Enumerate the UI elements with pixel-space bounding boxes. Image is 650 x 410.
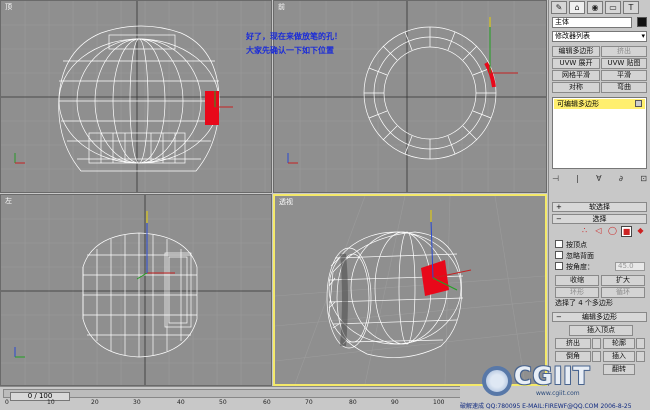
timeline-ruler[interactable]: 0 10 20 30 40 50 60 70 80 90 100: [3, 399, 468, 409]
instruction-line-1: 好了，现在来做放笔的孔！: [246, 32, 342, 41]
logo-subtext: www.cgiit.com: [536, 390, 580, 397]
left-wire-mesh: [1, 195, 271, 385]
logo-ring-icon: [482, 366, 512, 396]
stack-item-editable-poly[interactable]: 可编辑多边形: [554, 99, 645, 109]
by-angle-checkbox[interactable]: 按角度：: [555, 262, 594, 272]
bevel-button[interactable]: 倒角: [555, 351, 591, 362]
minus-icon: −: [556, 313, 562, 321]
rollout-selection-label: 选择: [592, 215, 607, 223]
edit-poly-button[interactable]: 编辑多边形: [552, 46, 600, 57]
modify-tab-icon[interactable]: ⌂: [569, 1, 585, 14]
smooth-button[interactable]: 平滑: [601, 70, 647, 81]
uvw-unwrap-button[interactable]: UVW 展开: [552, 58, 600, 69]
meshsmooth-button[interactable]: 网格平滑: [552, 70, 600, 81]
selection-status: 选择了 4 个多边形: [555, 299, 613, 307]
command-panel: ✎ ⌂ ◉ ▭ T 主体 修改器列表 编辑多边形 挤出 UVW 展开 UVW 贴…: [548, 0, 650, 386]
polygon-level-icon[interactable]: ■: [621, 226, 632, 237]
ruler-tick: 30: [133, 399, 141, 406]
outline-button[interactable]: 轮廓: [603, 338, 635, 349]
symmetry-button[interactable]: 对称: [552, 82, 600, 93]
ruler-tick: 20: [91, 399, 99, 406]
edge-level-icon[interactable]: ◁: [593, 226, 604, 237]
ruler-tick: 70: [305, 399, 313, 406]
object-color-swatch[interactable]: [637, 17, 647, 27]
viewport-front[interactable]: 前: [273, 0, 547, 193]
max-window: 顶 前 左 透视 好了，现在来做放笔的孔！ 大家先确认一下如下位置 ✎ ⌂ ◉ …: [0, 0, 650, 410]
stack-item-label: 可编辑多边形: [557, 100, 599, 108]
top-wire-mesh: [1, 1, 271, 192]
rollout-soft-selection[interactable]: + 软选择: [552, 202, 647, 212]
time-slider-track[interactable]: 0 / 100: [3, 389, 468, 401]
ruler-tick: 60: [263, 399, 271, 406]
stack-item-config-icon[interactable]: [635, 100, 642, 107]
rollout-selection[interactable]: − 选择: [552, 214, 647, 224]
timeline: 0 / 100 0 10 20 30 40 50 60 70 80 90 100: [0, 386, 470, 410]
viewport-top[interactable]: 顶: [0, 0, 272, 193]
element-level-icon[interactable]: ◆: [635, 226, 646, 237]
grow-button[interactable]: 扩大: [601, 275, 645, 286]
outline-settings-icon[interactable]: [636, 338, 645, 349]
extrude-mod-button[interactable]: 挤出: [601, 46, 647, 57]
selected-polygons-top: [205, 91, 219, 125]
rollout-edit-polygons-label: 编辑多边形: [582, 313, 617, 321]
hierarchy-tab-icon[interactable]: ◉: [587, 1, 603, 14]
uvw-map-button[interactable]: UVW 贴图: [601, 58, 647, 69]
extrude-settings-icon[interactable]: [592, 338, 601, 349]
show-end-result-icon[interactable]: |: [576, 174, 579, 185]
ruler-tick: 10: [47, 399, 55, 406]
vertex-level-icon[interactable]: ∴: [579, 226, 590, 237]
bend-button[interactable]: 弯曲: [601, 82, 647, 93]
rollout-soft-selection-label: 软选择: [589, 203, 610, 211]
remove-modifier-icon[interactable]: ∂: [619, 174, 623, 185]
ruler-tick: 40: [177, 399, 185, 406]
angle-spinner[interactable]: 45.0: [615, 262, 645, 271]
ignore-backfacing-checkbox[interactable]: 忽略背面: [555, 251, 594, 261]
object-name-field[interactable]: 主体: [552, 17, 632, 28]
make-unique-icon[interactable]: ∀: [596, 174, 601, 185]
rollout-edit-polygons[interactable]: − 编辑多边形: [552, 312, 647, 322]
ruler-tick: 0: [5, 399, 9, 406]
ruler-tick: 100: [433, 399, 445, 406]
pin-stack-icon[interactable]: ⊣: [552, 174, 559, 185]
plus-icon: +: [556, 203, 562, 211]
bevel-settings-icon[interactable]: [592, 351, 601, 362]
ruler-tick: 50: [219, 399, 227, 406]
instruction-line-2: 大家先确认一下如下位置: [246, 46, 334, 55]
create-tab-icon[interactable]: ✎: [551, 1, 567, 14]
by-vertex-checkbox[interactable]: 按顶点: [555, 240, 587, 250]
configure-sets-icon[interactable]: ⊡: [640, 174, 647, 185]
border-level-icon[interactable]: ◯: [607, 226, 618, 237]
insert-vertex-button[interactable]: 插入顶点: [569, 325, 633, 336]
inset-button[interactable]: 插入: [603, 351, 635, 362]
modifier-stack: 可编辑多边形: [552, 97, 647, 169]
subobject-level-icons: ∴ ◁ ◯ ■ ◆: [579, 226, 647, 238]
credit-line: 破解速成 QQ:780095 E-MAIL:FIREWF@QQ.COM 2006…: [460, 403, 632, 410]
logo-text: CGIIT: [514, 362, 591, 390]
command-panel-tabs: ✎ ⌂ ◉ ▭ T: [551, 1, 649, 15]
viewport-perspective[interactable]: 透视: [273, 194, 547, 386]
utilities-tab-icon[interactable]: T: [623, 1, 639, 14]
ruler-tick: 90: [391, 399, 399, 406]
watermark-logo: CGIIT www.cgiit.com: [476, 362, 648, 402]
ruler-tick: 80: [349, 399, 357, 406]
perspective-wire-mesh: [275, 196, 545, 384]
minus-icon: −: [556, 215, 562, 223]
modifier-list-dropdown[interactable]: 修改器列表: [552, 31, 647, 42]
loop-button[interactable]: 循环: [601, 287, 645, 298]
instruction-note: 好了，现在来做放笔的孔！ 大家先确认一下如下位置: [246, 30, 342, 58]
viewport-left[interactable]: 左: [0, 194, 272, 386]
stack-toolbar: ⊣ | ∀ ∂ ⊡: [552, 174, 647, 185]
extrude-button[interactable]: 挤出: [555, 338, 591, 349]
ring-button[interactable]: 环形: [555, 287, 599, 298]
shrink-button[interactable]: 收缩: [555, 275, 599, 286]
inset-settings-icon[interactable]: [636, 351, 645, 362]
display-tab-icon[interactable]: ▭: [605, 1, 621, 14]
